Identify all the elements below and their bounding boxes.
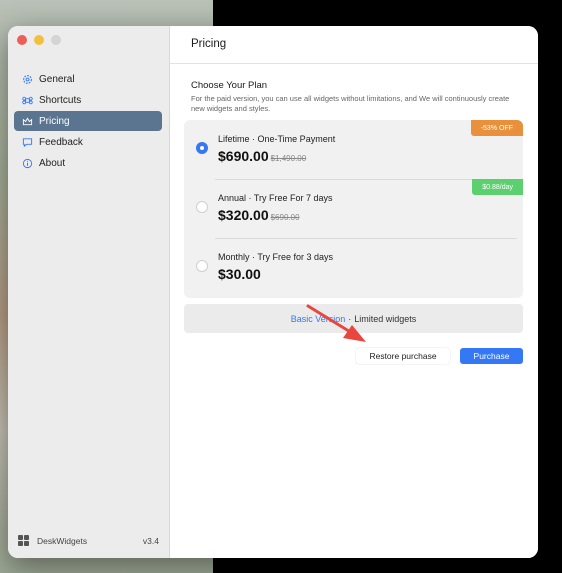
- purchase-button[interactable]: Purchase: [460, 348, 523, 364]
- app-window: General Shortcuts Pricing Feedback About…: [8, 26, 538, 558]
- plan-option-lifetime[interactable]: Lifetime · One-Time Payment $690.00 $1,4…: [184, 120, 523, 179]
- plan-old-price: $690.00: [270, 213, 300, 222]
- plan-name: Lifetime · One-Time Payment: [218, 134, 336, 144]
- chat-bubble-icon: [22, 137, 33, 148]
- plan-name: Annual · Try Free For 7 days: [218, 193, 333, 203]
- page-title: Pricing: [191, 38, 227, 50]
- main-content: Pricing Choose Your Plan For the paid ve…: [170, 26, 538, 558]
- plan-option-annual[interactable]: Annual · Try Free For 7 days $320.00 $69…: [184, 179, 523, 238]
- app-name: DeskWidgets: [37, 535, 88, 546]
- plan-price: $30.00: [218, 266, 261, 282]
- basic-separator: ·: [348, 313, 352, 324]
- sidebar: General Shortcuts Pricing Feedback About…: [8, 26, 170, 558]
- basic-version-link[interactable]: Basic Version: [291, 314, 346, 324]
- plan-price-row: $690.00 $1,490.00: [218, 148, 306, 164]
- title-divider: [170, 63, 538, 64]
- plan-option-monthly[interactable]: Monthly · Try Free for 3 days $30.00: [184, 238, 523, 297]
- plan-price: $690.00: [218, 148, 269, 164]
- sidebar-item-label: Pricing: [39, 115, 70, 127]
- sidebar-item-label: General: [39, 73, 75, 85]
- basic-version-text: Limited widgets: [354, 313, 417, 324]
- app-version: v3.4: [142, 535, 159, 546]
- restore-purchase-button[interactable]: Restore purchase: [356, 348, 450, 364]
- plan-price: $320.00: [218, 207, 269, 223]
- window-controls: [17, 35, 61, 45]
- minimize-window-button[interactable]: [34, 35, 44, 45]
- plan-old-price: $1,490.00: [270, 154, 307, 163]
- sidebar-item-label: About: [39, 157, 66, 169]
- widgets-grid-icon: [18, 535, 29, 546]
- zoom-window-button[interactable]: [51, 35, 61, 45]
- sidebar-item-shortcuts[interactable]: Shortcuts: [14, 90, 162, 110]
- sidebar-item-label: Feedback: [39, 136, 83, 148]
- per-day-badge: $0.88/day: [472, 179, 523, 195]
- command-icon: [22, 95, 33, 106]
- sidebar-item-about[interactable]: About: [14, 153, 162, 173]
- crown-icon: [22, 116, 33, 127]
- sidebar-item-pricing[interactable]: Pricing: [14, 111, 162, 131]
- plan-price-row: $30.00: [218, 266, 261, 282]
- plan-radio[interactable]: [196, 201, 208, 213]
- close-window-button[interactable]: [17, 35, 27, 45]
- section-description: For the paid version, you can use all wi…: [191, 94, 510, 113]
- info-icon: [22, 158, 33, 169]
- plan-price-row: $320.00 $690.00: [218, 207, 300, 223]
- gear-icon: [22, 74, 33, 85]
- sidebar-footer: DeskWidgets v3.4: [18, 535, 159, 546]
- sidebar-item-general[interactable]: General: [14, 69, 162, 89]
- plan-radio[interactable]: [196, 142, 208, 154]
- sidebar-nav: General Shortcuts Pricing Feedback About: [14, 69, 162, 174]
- discount-badge: -53% OFF: [470, 120, 523, 136]
- plan-name: Monthly · Try Free for 3 days: [218, 252, 334, 262]
- sidebar-item-label: Shortcuts: [39, 94, 82, 106]
- plan-radio[interactable]: [196, 260, 208, 272]
- basic-version-bar[interactable]: Basic Version · Limited widgets: [184, 304, 523, 333]
- section-title: Choose Your Plan: [191, 80, 268, 91]
- plan-list: Lifetime · One-Time Payment $690.00 $1,4…: [184, 120, 523, 298]
- sidebar-item-feedback[interactable]: Feedback: [14, 132, 162, 152]
